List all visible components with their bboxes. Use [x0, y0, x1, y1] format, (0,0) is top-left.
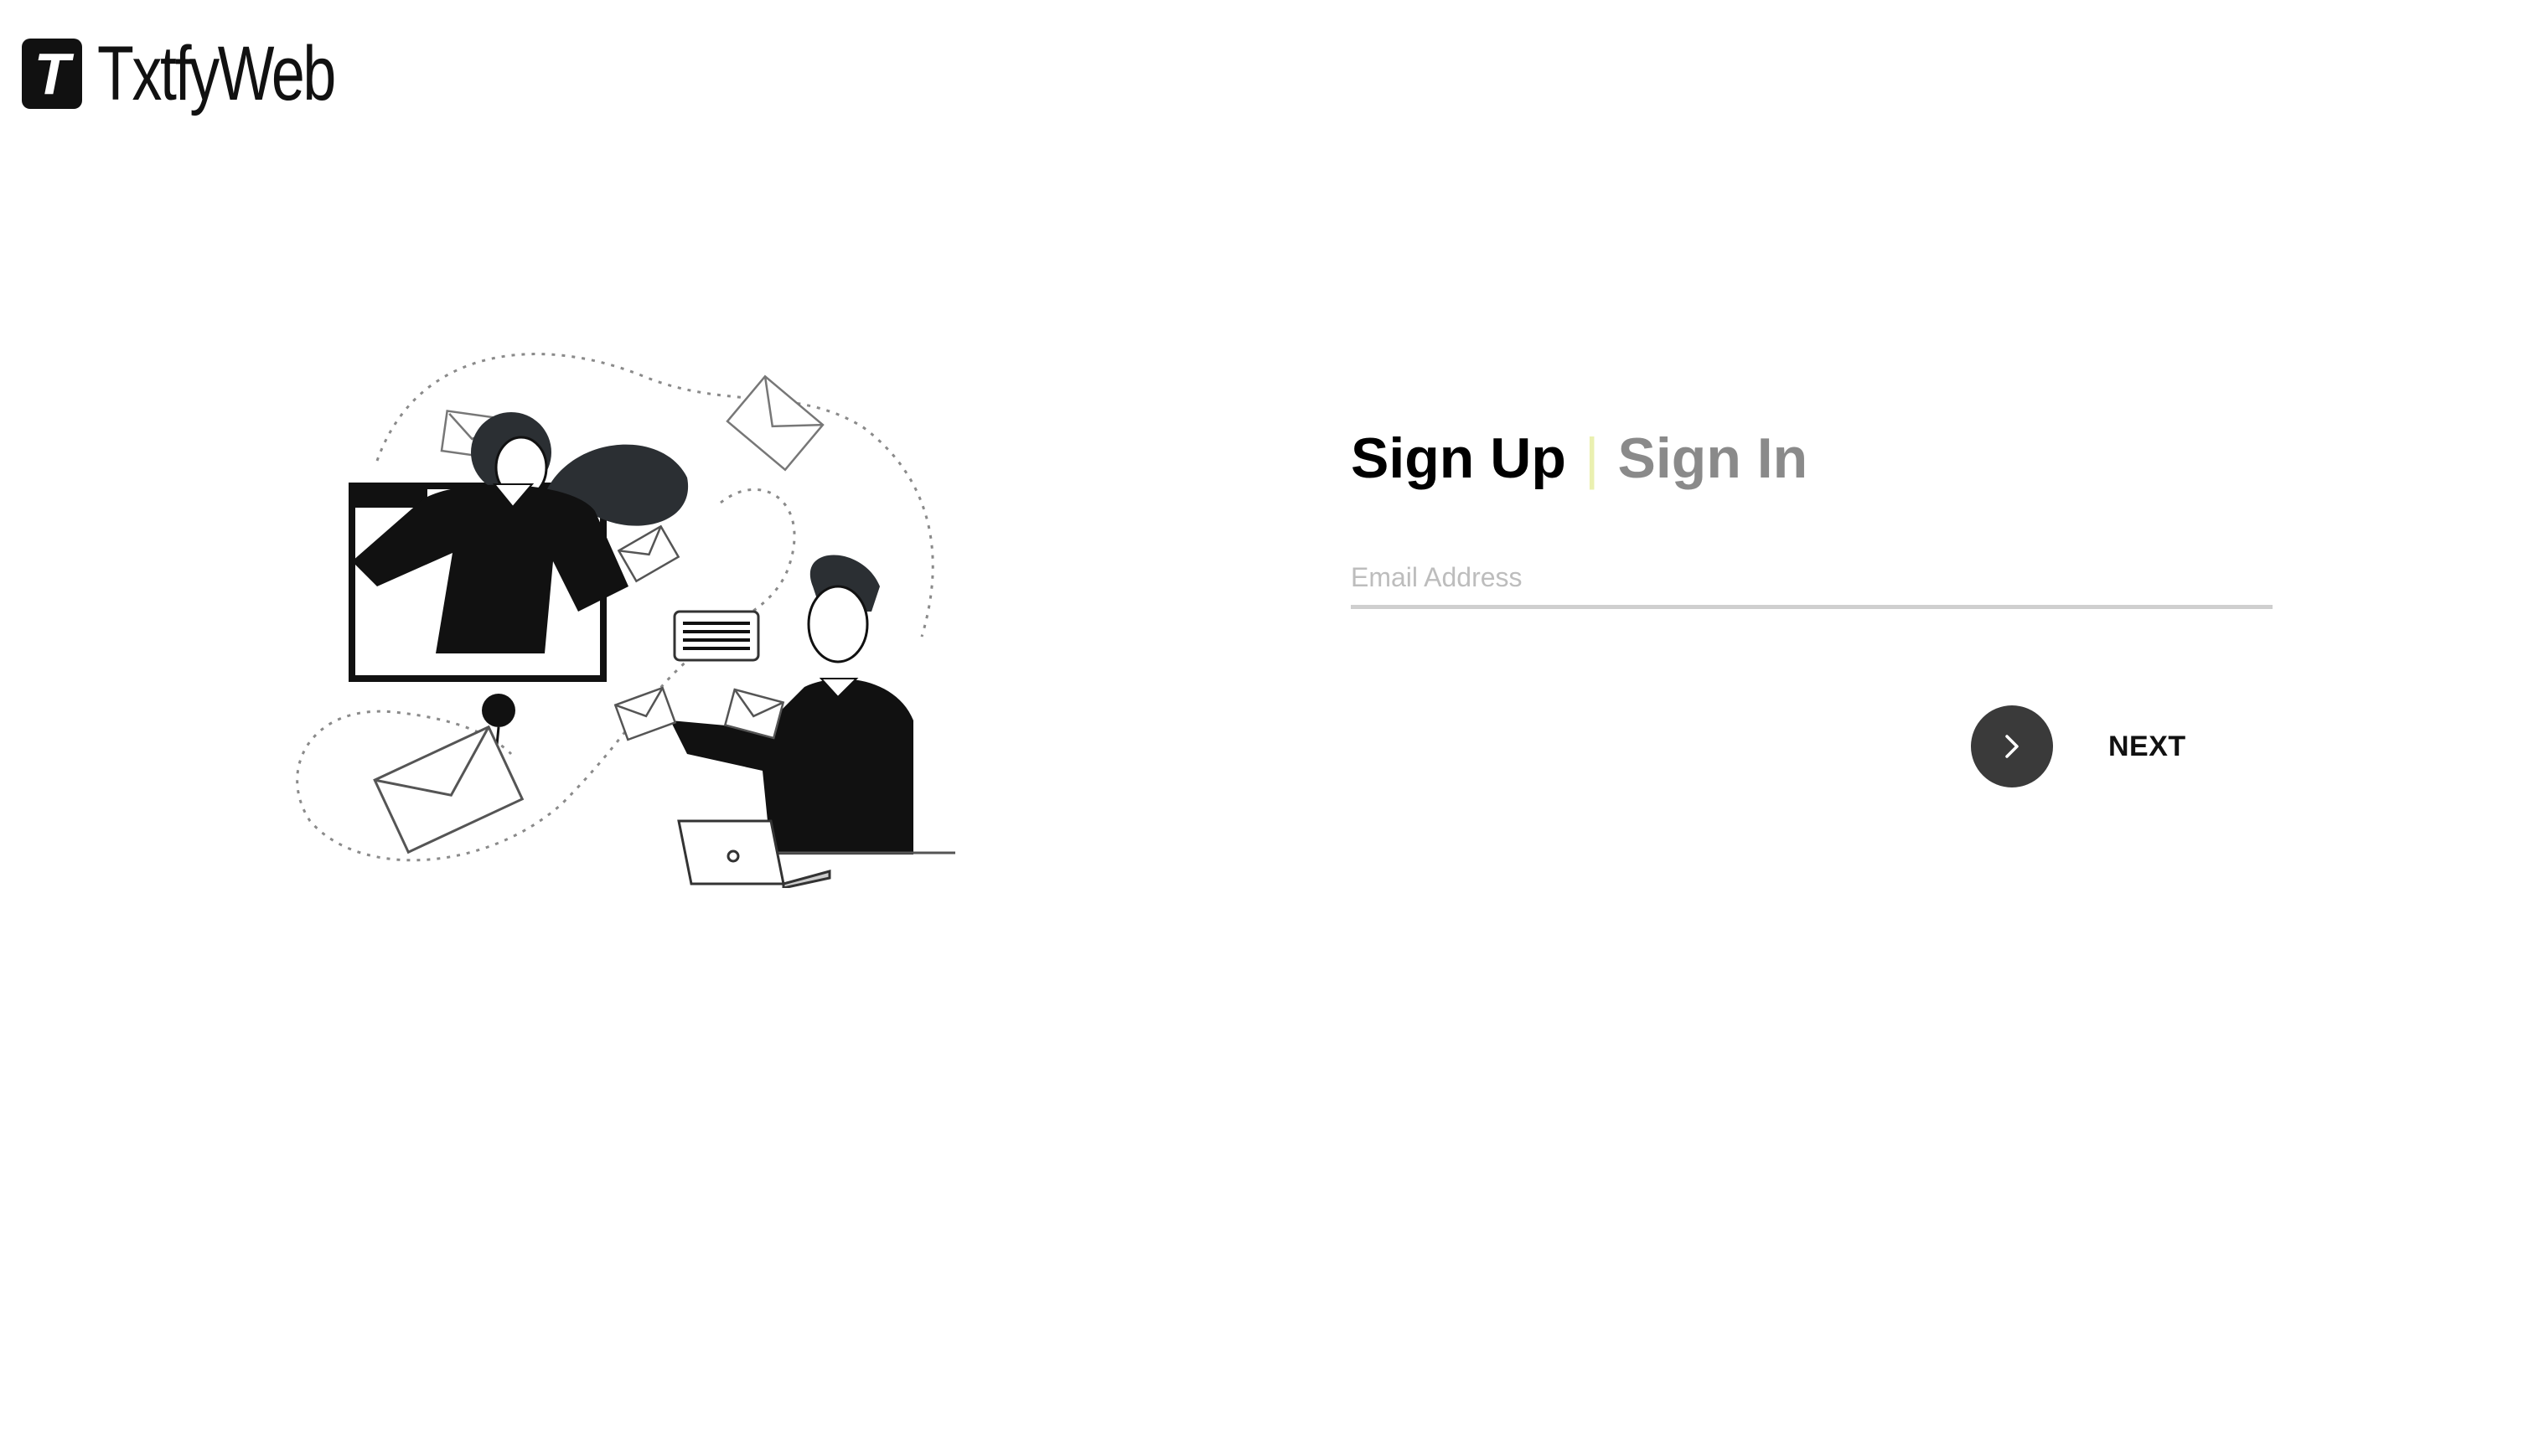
tab-sign-up[interactable]: Sign Up [1351, 427, 1566, 490]
envelope-icon [613, 686, 677, 741]
next-action: NEXT [1971, 705, 2186, 787]
email-field[interactable] [1351, 561, 2273, 593]
next-button[interactable] [1971, 705, 2053, 787]
brand-logo[interactable]: T TxtfyWeb [22, 35, 401, 112]
tab-separator: | [1584, 426, 1600, 490]
man-figure [670, 555, 913, 854]
chevron-right-icon [2005, 735, 2019, 758]
envelope-icon [726, 374, 825, 472]
envelope-icon [617, 524, 680, 583]
logo-letter: T [34, 41, 70, 106]
auth-form: Sign Up | Sign In NEXT [1351, 427, 2273, 787]
email-field-wrapper [1351, 561, 2273, 609]
next-label[interactable]: NEXT [2108, 731, 2186, 763]
auth-tabs: Sign Up | Sign In [1351, 427, 2273, 490]
login-page: T TxtfyWeb Sign Up | Sign In Email Addre… [0, 0, 2534, 1456]
logo-mark-icon: T [22, 39, 82, 109]
email-sharing-illustration [296, 353, 955, 888]
tab-sign-in[interactable]: Sign In [1618, 427, 1808, 490]
brand-name: TxtfyWeb [97, 31, 336, 116]
envelope-icon [373, 725, 525, 854]
